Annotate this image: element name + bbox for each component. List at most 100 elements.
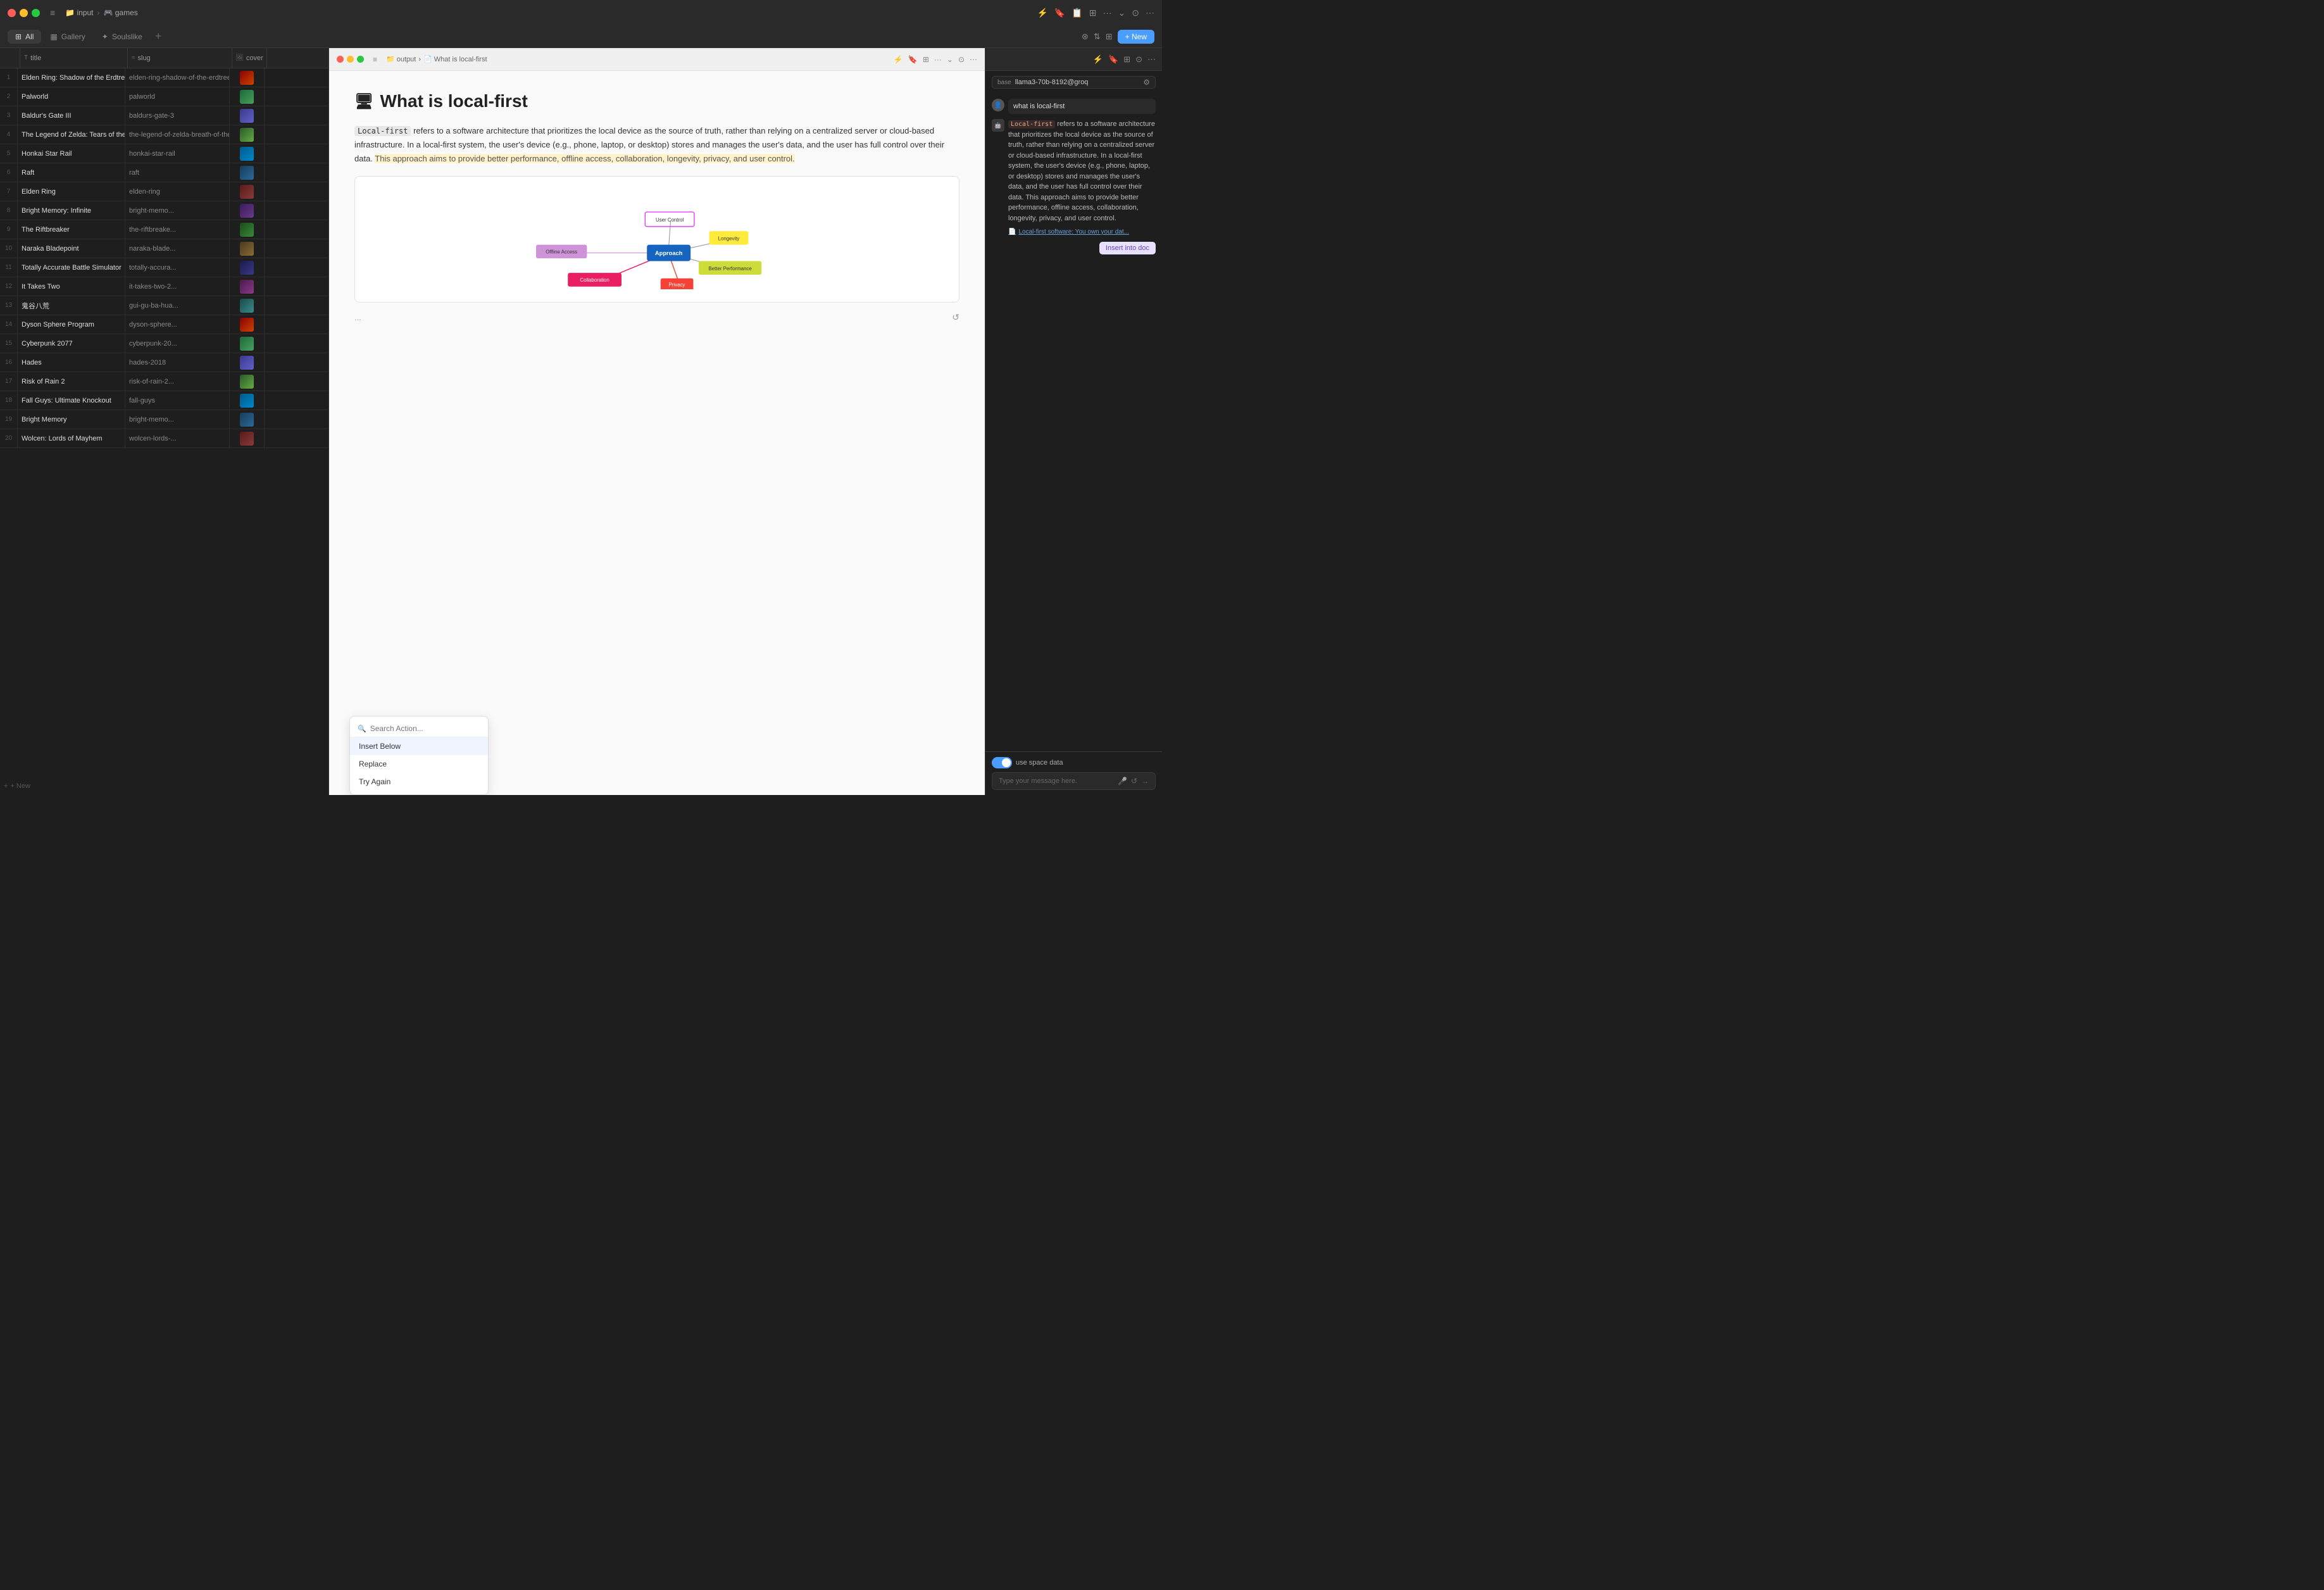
tab-add-button[interactable]: + [151, 30, 166, 43]
table-row[interactable]: 17Risk of Rain 2risk-of-rain-2... [0, 372, 328, 391]
doc-ellipsis: ... [354, 313, 959, 322]
hamburger-icon[interactable]: ≡ [50, 8, 55, 18]
table-row[interactable]: 11Totally Accurate Battle Simulatortotal… [0, 258, 328, 277]
cell-row-num: 10 [0, 239, 18, 258]
tab-all[interactable]: ⊞ All [8, 30, 41, 44]
action-search: 🔍 [350, 720, 488, 737]
ai-input-placeholder[interactable]: Type your message here. [999, 777, 1114, 785]
ai-chrome-more[interactable]: ⋯ [1147, 54, 1156, 65]
tab-soulslike-label: Soulslike [112, 32, 142, 41]
ai-chrome-icon-1[interactable]: ⚡ [1093, 54, 1103, 65]
table-row[interactable]: 2Palworldpalworld [0, 87, 328, 106]
refresh-icon[interactable]: ↺ [952, 312, 959, 323]
cell-title: It Takes Two [18, 277, 125, 296]
doc-toolbar-more[interactable]: ··· [934, 55, 942, 64]
ai-model-name: llama3-70b-8192@groq [1015, 78, 1140, 86]
toolbar-icon-2[interactable]: 🔖 [1054, 8, 1065, 18]
table-row[interactable]: 1Elden Ring: Shadow of the Erdtreeelden-… [0, 68, 328, 87]
action-item-replace[interactable]: Replace [350, 755, 488, 773]
doc-hamburger-icon[interactable]: ≡ [373, 55, 377, 64]
action-item-try-again[interactable]: Try Again [350, 773, 488, 791]
add-row-button[interactable]: + + New [0, 777, 328, 795]
toolbar-icon-5[interactable]: ⊙ [1132, 8, 1139, 18]
search-icon: 🔍 [358, 725, 366, 733]
ai-model-selector[interactable]: base llama3-70b-8192@groq ⚙ [992, 76, 1156, 89]
cell-title: Honkai Star Rail [18, 144, 125, 163]
view-icon[interactable]: ⊞ [1106, 32, 1113, 42]
cell-cover [230, 258, 265, 277]
insert-into-doc-button[interactable]: Insert into doc [1099, 242, 1156, 254]
doc-toolbar-1[interactable]: ⚡ [894, 55, 903, 64]
ai-chrome-icon-3[interactable]: ⊞ [1123, 54, 1130, 65]
send-icon[interactable]: → [1141, 777, 1149, 786]
table-row[interactable]: 20Wolcen: Lords of Mayhemwolcen-lords-..… [0, 429, 328, 448]
toolbar-icon-4[interactable]: ⊞ [1089, 8, 1097, 18]
doc-toolbar-chevron[interactable]: ⌄ [947, 55, 953, 64]
ai-chrome-icon-2[interactable]: 🔖 [1108, 54, 1118, 65]
doc-toolbar-dot[interactable]: ⊙ [958, 55, 965, 64]
toolbar-icon-1[interactable]: ⚡ [1037, 8, 1047, 18]
table-row[interactable]: 18Fall Guys: Ultimate Knockoutfall-guys [0, 391, 328, 410]
breadcrumb-input: 📁 input [65, 8, 93, 17]
ai-settings-icon[interactable]: ⚙ [1143, 78, 1150, 87]
cell-title: Wolcen: Lords of Mayhem [18, 429, 125, 448]
toolbar-chevron[interactable]: ⌄ [1118, 8, 1126, 18]
sort-icon[interactable]: ⇅ [1094, 32, 1101, 42]
cell-cover [230, 220, 265, 239]
table-row[interactable]: 13鬼谷八荒gui-gu-ba-hua... [0, 296, 328, 315]
cell-title: Fall Guys: Ultimate Knockout [18, 391, 125, 410]
cover-image [240, 318, 254, 332]
col-header-title[interactable]: T title [20, 48, 128, 68]
minimize-button[interactable] [20, 9, 28, 17]
tab-soulslike[interactable]: ✦ Soulslike [94, 30, 150, 44]
ai-source-link[interactable]: 📄 Local-first software: You own your dat… [1008, 227, 1156, 237]
table-row[interactable]: 8Bright Memory: Infinitebright-memo... [0, 201, 328, 220]
mic-icon[interactable]: 🎤 [1118, 777, 1127, 786]
table-row[interactable]: 3Baldur's Gate IIIbaldurs-gate-3 [0, 106, 328, 125]
table-row[interactable]: 9The Riftbreakerthe-riftbreake... [0, 220, 328, 239]
cover-image [240, 413, 254, 427]
doc-breadcrumb-page: 📄 What is local-first [423, 55, 487, 63]
fullscreen-button[interactable] [32, 9, 40, 17]
breadcrumb: 📁 input › 🎮 games [65, 8, 138, 17]
doc-minimize-button[interactable] [347, 56, 354, 63]
svg-text:Approach: Approach [655, 250, 683, 256]
cell-slug: bright-memo... [125, 201, 230, 220]
table-row[interactable]: 16Hadeshades-2018 [0, 353, 328, 372]
tab-gallery[interactable]: ▦ Gallery [42, 30, 92, 44]
cell-title: The Riftbreaker [18, 220, 125, 239]
table-row[interactable]: 6Raftraft [0, 163, 328, 182]
toolbar-dots[interactable]: ⋯ [1146, 8, 1154, 18]
close-button[interactable] [8, 9, 16, 17]
action-search-input[interactable] [370, 724, 480, 733]
space-data-toggle[interactable] [992, 757, 1012, 768]
new-button[interactable]: + New [1118, 30, 1154, 44]
table-row[interactable]: 12It Takes Twoit-takes-two-2... [0, 277, 328, 296]
doc-fullscreen-button[interactable] [357, 56, 364, 63]
toolbar-more[interactable]: ··· [1103, 8, 1112, 18]
refresh-input-icon[interactable]: ↺ [1131, 777, 1137, 786]
filter-icon[interactable]: ⊛ [1082, 32, 1089, 42]
database-panel: T title ≈ slug 🖼 cover 1Elden Ring: Shad… [0, 48, 329, 795]
doc-close-button[interactable] [337, 56, 344, 63]
toolbar-icon-3[interactable]: 📋 [1071, 8, 1082, 18]
table-row[interactable]: 5Honkai Star Railhonkai-star-rail [0, 144, 328, 163]
action-item-insert-below[interactable]: Insert Below [350, 737, 488, 755]
table-row[interactable]: 15Cyberpunk 2077cyberpunk-20... [0, 334, 328, 353]
cell-row-num: 8 [0, 201, 18, 220]
cell-slug: hades-2018 [125, 353, 230, 372]
doc-toolbar-3[interactable]: ⊞ [923, 55, 929, 64]
tab-gallery-label: Gallery [61, 32, 85, 41]
table-row[interactable]: 10Naraka Bladepointnaraka-blade... [0, 239, 328, 258]
table-row[interactable]: 19Bright Memorybright-memo... [0, 410, 328, 429]
doc-toolbar-2[interactable]: 🔖 [908, 55, 918, 64]
table-row[interactable]: 14Dyson Sphere Programdyson-sphere... [0, 315, 328, 334]
col-header-cover[interactable]: 🖼 cover [232, 48, 267, 68]
table-row[interactable]: 4The Legend of Zelda: Tears of the Kingd… [0, 125, 328, 144]
doc-toolbar-dots[interactable]: ⋯ [970, 55, 977, 64]
table-row[interactable]: 7Elden Ringelden-ring [0, 182, 328, 201]
cell-cover [230, 277, 265, 296]
ai-chrome-icon-4[interactable]: ⊙ [1135, 54, 1142, 65]
col-header-slug[interactable]: ≈ slug [128, 48, 232, 68]
cell-row-num: 18 [0, 391, 18, 410]
